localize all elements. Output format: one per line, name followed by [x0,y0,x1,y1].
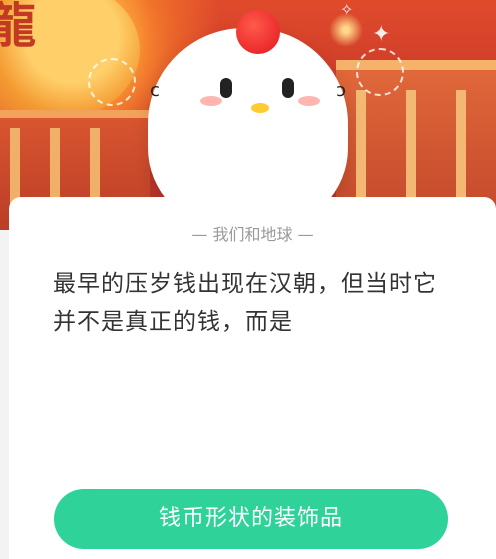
circle-decoration [88,58,136,106]
category-label: — 我们和地球 — [9,221,496,245]
mascot-wing-icon: ↄ [336,80,346,101]
divider-dash: — [191,225,213,244]
banner-illustration: 龍 ✦ ✧ c ↄ [0,0,496,230]
mascot-wing-icon: c [150,80,160,101]
chick-mascot: c ↄ [138,10,358,228]
mascot-eye [282,78,294,98]
mascot-eye [220,78,232,98]
circle-decoration [356,48,404,96]
mascot-comb [236,10,280,54]
mascot-blush [298,96,320,106]
mascot-blush [200,96,222,106]
question-card: — 我们和地球 — 最早的压岁钱出现在汉朝，但当时它并不是真正的钱，而是 钱币形… [9,197,496,559]
question-text: 最早的压岁钱出现在汉朝，但当时它并不是真正的钱，而是 [53,271,437,335]
sparkle-icon: ✦ [372,22,391,47]
lantern-text: 龍 [0,0,37,54]
divider-dash: — [292,225,314,244]
category-text: 我们和地球 [212,225,293,244]
mascot-beak [251,103,269,113]
answer-option-button[interactable]: 钱币形状的装饰品 [54,489,448,549]
